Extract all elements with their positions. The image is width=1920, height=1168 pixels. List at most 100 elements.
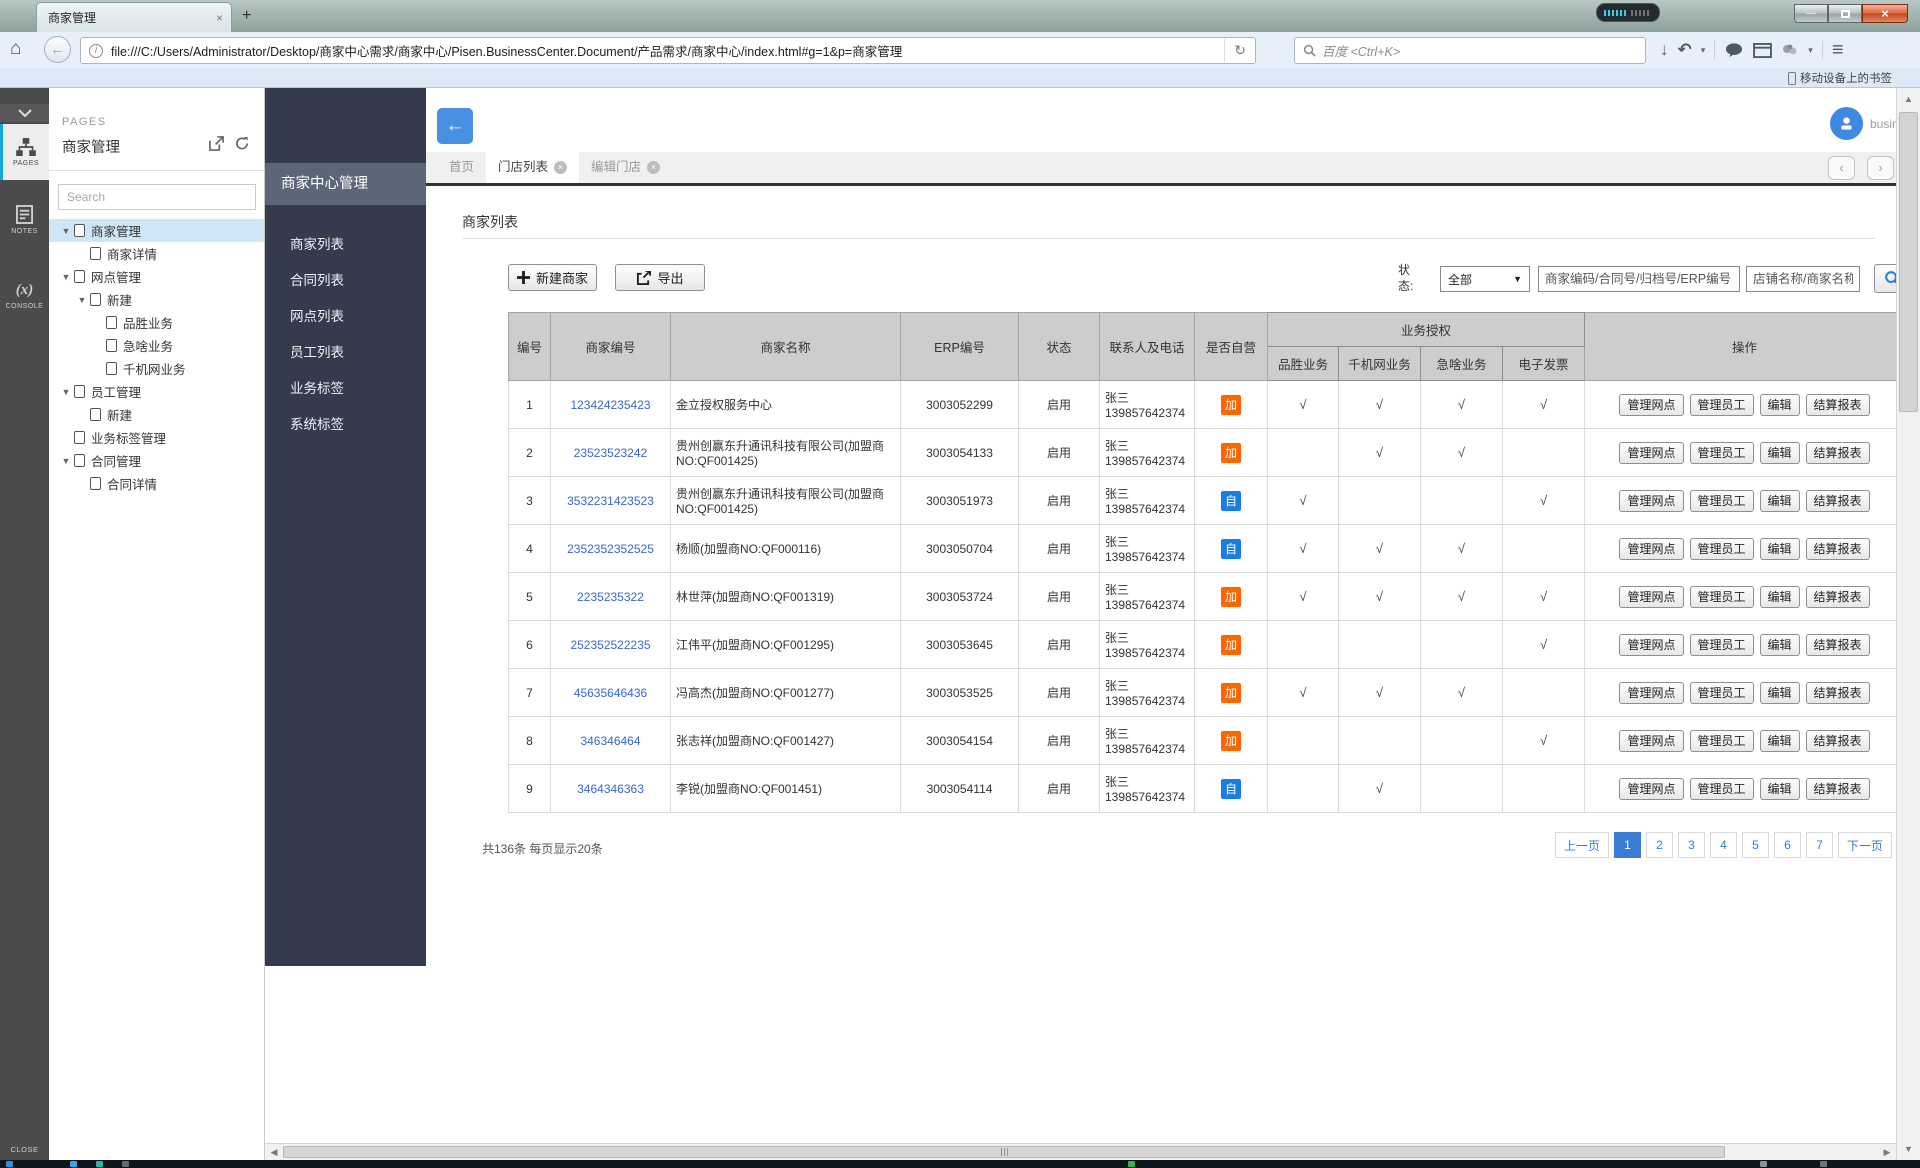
merchant-code-link[interactable]: 45635646436 — [574, 686, 647, 700]
home-icon[interactable]: ⌂ — [10, 38, 21, 60]
settlement-report-button[interactable]: 结算报表 — [1806, 538, 1870, 560]
merchant-code-link[interactable]: 2352352352525 — [567, 542, 654, 556]
tree-expand-icon[interactable]: ▼ — [58, 456, 74, 466]
tree-expand-icon[interactable]: ▼ — [58, 387, 74, 397]
browser-tab-close-icon[interactable]: × — [216, 11, 223, 25]
edit-button[interactable]: 编辑 — [1760, 394, 1800, 416]
manage-staff-button[interactable]: 管理员工 — [1690, 730, 1754, 752]
tree-item[interactable]: ▼新建 — [49, 288, 264, 311]
tree-item[interactable]: 千机网业务 — [49, 357, 264, 380]
pages-search-input[interactable] — [58, 184, 256, 210]
manage-staff-button[interactable]: 管理员工 — [1690, 778, 1754, 800]
tree-item[interactable]: 合同详情 — [49, 472, 264, 495]
page-button-3[interactable]: 3 — [1678, 832, 1705, 858]
back-button[interactable]: ← — [437, 108, 473, 144]
page-button-5[interactable]: 5 — [1742, 832, 1769, 858]
scrollbar-thumb[interactable] — [283, 1146, 1725, 1158]
new-merchant-button[interactable]: 新建商家 — [508, 264, 597, 291]
settlement-report-button[interactable]: 结算报表 — [1806, 730, 1870, 752]
page-button-4[interactable]: 4 — [1710, 832, 1737, 858]
window-icon[interactable] — [1753, 43, 1772, 58]
tree-item[interactable]: ▼员工管理 — [49, 380, 264, 403]
manage-staff-button[interactable]: 管理员工 — [1690, 634, 1754, 656]
merchant-code-link[interactable]: 346346464 — [580, 734, 640, 748]
browser-search-input[interactable]: 百度 <Ctrl+K> — [1294, 37, 1646, 64]
plugin-icon[interactable] — [1781, 43, 1799, 57]
settlement-report-button[interactable]: 结算报表 — [1806, 586, 1870, 608]
settlement-report-button[interactable]: 结算报表 — [1806, 634, 1870, 656]
menu-icon[interactable]: ≡ — [1832, 39, 1844, 62]
plugin-dropdown-icon[interactable]: ▾ — [1808, 45, 1813, 56]
settlement-report-button[interactable]: 结算报表 — [1806, 394, 1870, 416]
scroll-down-icon[interactable]: ▼ — [1897, 1140, 1920, 1158]
browser-tab[interactable]: 商家管理 × — [36, 2, 232, 32]
sidebar-item-员工列表[interactable]: 员工列表 — [265, 335, 426, 371]
collapse-sidebar-button[interactable] — [0, 104, 49, 122]
adaptive-views-icon[interactable] — [234, 136, 250, 151]
chat-icon[interactable] — [1724, 42, 1744, 58]
user-chip[interactable]: business — [1830, 107, 1896, 140]
edit-button[interactable]: 编辑 — [1760, 730, 1800, 752]
window-minimize-button[interactable]: — — [1794, 4, 1828, 23]
manage-staff-button[interactable]: 管理员工 — [1690, 442, 1754, 464]
edit-button[interactable]: 编辑 — [1760, 634, 1800, 656]
edit-button[interactable]: 编辑 — [1760, 682, 1800, 704]
manage-outlets-button[interactable]: 管理网点 — [1619, 538, 1683, 560]
manage-staff-button[interactable]: 管理员工 — [1690, 394, 1754, 416]
edit-button[interactable]: 编辑 — [1760, 442, 1800, 464]
tree-item[interactable]: 商家详情 — [49, 242, 264, 265]
rail-item-console[interactable]: (x) CONSOLE — [0, 268, 49, 324]
sidebar-item-合同列表[interactable]: 合同列表 — [265, 263, 426, 299]
edit-button[interactable]: 编辑 — [1760, 538, 1800, 560]
manage-outlets-button[interactable]: 管理网点 — [1619, 586, 1683, 608]
scroll-up-icon[interactable]: ▲ — [1897, 90, 1920, 108]
scrollbar-thumb[interactable] — [1899, 112, 1918, 412]
edit-button[interactable]: 编辑 — [1760, 490, 1800, 512]
tree-item[interactable]: 急啥业务 — [49, 334, 264, 357]
sidebar-item-商家列表[interactable]: 商家列表 — [265, 227, 426, 263]
tab-scroll-right-button[interactable]: › — [1867, 156, 1894, 180]
merchant-code-link[interactable]: 252352522235 — [570, 638, 650, 652]
windows-taskbar[interactable] — [0, 1160, 1920, 1168]
reload-icon[interactable]: ↻ — [1224, 39, 1255, 62]
scroll-right-icon[interactable]: ▶ — [1878, 1144, 1896, 1160]
page-button-6[interactable]: 6 — [1774, 832, 1801, 858]
tree-expand-icon[interactable]: ▼ — [74, 295, 90, 305]
mobile-bookmarks-item[interactable]: 移动设备上的书签 — [1788, 70, 1892, 86]
edit-button[interactable]: 编辑 — [1760, 778, 1800, 800]
rail-close-button[interactable]: CLOSE — [0, 1145, 49, 1154]
window-close-button[interactable]: × — [1862, 4, 1908, 23]
settlement-report-button[interactable]: 结算报表 — [1806, 442, 1870, 464]
horizontal-scrollbar[interactable]: ◀ ▶ — [265, 1143, 1896, 1160]
site-info-icon[interactable]: i — [89, 44, 103, 58]
manage-outlets-button[interactable]: 管理网点 — [1619, 730, 1683, 752]
browser-back-button[interactable]: ← — [44, 36, 71, 63]
manage-staff-button[interactable]: 管理员工 — [1690, 682, 1754, 704]
manage-staff-button[interactable]: 管理员工 — [1690, 490, 1754, 512]
manage-outlets-button[interactable]: 管理网点 — [1619, 682, 1683, 704]
prev-page-button[interactable]: 上一页 — [1555, 832, 1609, 858]
rail-item-pages[interactable]: PAGES — [0, 124, 49, 180]
tree-item[interactable]: ▼网点管理 — [49, 265, 264, 288]
page-button-2[interactable]: 2 — [1646, 832, 1673, 858]
merchant-code-link[interactable]: 23523523242 — [574, 446, 647, 460]
tree-item[interactable]: 品胜业务 — [49, 311, 264, 334]
new-tab-button[interactable]: + — [242, 8, 251, 24]
window-maximize-button[interactable] — [1828, 4, 1862, 23]
edit-button[interactable]: 编辑 — [1760, 586, 1800, 608]
manage-outlets-button[interactable]: 管理网点 — [1619, 490, 1683, 512]
page-button-7[interactable]: 7 — [1806, 832, 1833, 858]
share-icon[interactable] — [209, 136, 224, 151]
merchant-code-link[interactable]: 123424235423 — [570, 398, 650, 412]
status-select[interactable]: 全部 ▼ — [1440, 266, 1530, 292]
rail-item-notes[interactable]: NOTES — [0, 192, 49, 248]
sidebar-item-业务标签[interactable]: 业务标签 — [265, 371, 426, 407]
sidebar-item-系统标签[interactable]: 系统标签 — [265, 407, 426, 443]
page-button-1[interactable]: 1 — [1614, 832, 1641, 858]
search-button[interactable] — [1874, 264, 1896, 293]
merchant-code-link[interactable]: 2235235322 — [577, 590, 644, 604]
manage-outlets-button[interactable]: 管理网点 — [1619, 634, 1683, 656]
manage-outlets-button[interactable]: 管理网点 — [1619, 778, 1683, 800]
history-icon[interactable]: ↶ — [1678, 40, 1692, 60]
shop-name-input[interactable] — [1746, 266, 1860, 292]
